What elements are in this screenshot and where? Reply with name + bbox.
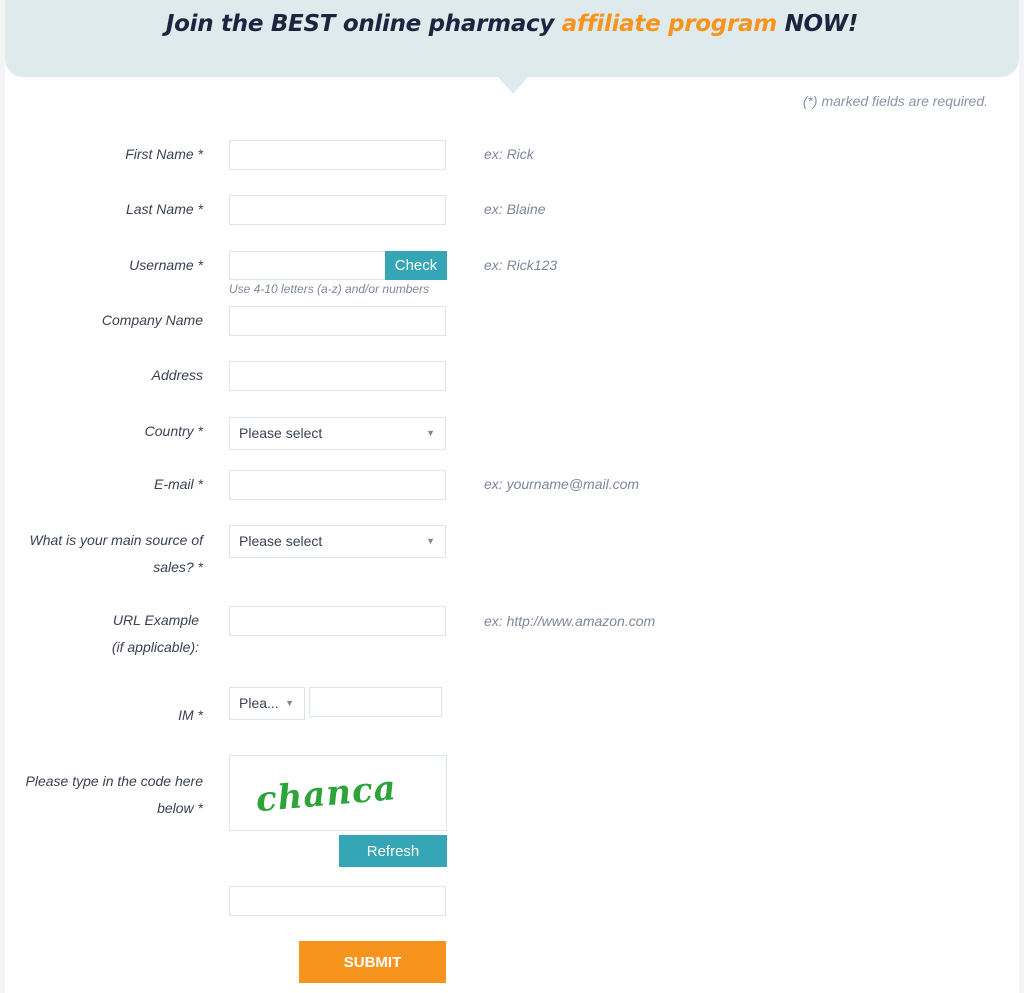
country-label: Country * bbox=[144, 423, 203, 439]
country-selected-value: Please select bbox=[239, 425, 323, 441]
im-type-select[interactable]: Plea... ▼ bbox=[229, 687, 305, 720]
captcha-text: chanca bbox=[254, 768, 398, 820]
captcha-code-input[interactable] bbox=[229, 886, 446, 916]
captcha-image: chanca bbox=[229, 755, 447, 831]
country-select[interactable]: Please select ▼ bbox=[229, 417, 446, 450]
im-type-selected-value: Plea... bbox=[239, 695, 279, 711]
sales-source-selected-value: Please select bbox=[239, 533, 323, 549]
submit-button[interactable]: SUBMIT bbox=[299, 941, 446, 983]
sales-source-select[interactable]: Please select ▼ bbox=[229, 525, 446, 558]
company-name-input[interactable] bbox=[229, 306, 446, 336]
username-hint: ex: Rick123 bbox=[484, 257, 558, 273]
required-fields-note: (*) marked fields are required. bbox=[802, 93, 988, 109]
username-input[interactable] bbox=[229, 251, 386, 280]
url-example-label: URL Example (if applicable): bbox=[111, 612, 199, 655]
first-name-hint: ex: Rick bbox=[484, 146, 534, 162]
im-label: IM * bbox=[178, 707, 203, 723]
first-name-input[interactable] bbox=[229, 140, 446, 170]
captcha-refresh-button[interactable]: Refresh bbox=[339, 835, 447, 867]
page-title: Join the BEST online pharmacy affiliate … bbox=[165, 11, 859, 37]
url-example-hint: ex: http://www.amazon.com bbox=[484, 613, 656, 629]
address-label: Address bbox=[151, 367, 203, 383]
username-rule-hint: Use 4-10 letters (a-z) and/or numbers bbox=[229, 282, 430, 296]
chevron-down-icon: ▼ bbox=[285, 698, 294, 708]
last-name-label: Last Name * bbox=[125, 201, 203, 217]
chevron-down-icon: ▼ bbox=[426, 536, 435, 546]
sales-source-label: What is your main source of sales? * bbox=[29, 532, 203, 575]
chevron-down-icon: ▼ bbox=[426, 428, 435, 438]
email-label: E-mail * bbox=[153, 476, 203, 492]
first-name-label: First Name * bbox=[125, 146, 203, 162]
title-highlight: affiliate program bbox=[561, 11, 777, 37]
url-example-input[interactable] bbox=[229, 606, 446, 636]
captcha-graphic: chanca bbox=[254, 768, 398, 820]
company-name-label: Company Name bbox=[101, 312, 203, 328]
address-input[interactable] bbox=[229, 361, 446, 391]
username-label: Username * bbox=[129, 257, 203, 273]
email-hint: ex: yourname@mail.com bbox=[484, 476, 640, 492]
email-input[interactable] bbox=[229, 470, 446, 500]
last-name-input[interactable] bbox=[229, 195, 446, 225]
im-handle-input[interactable] bbox=[309, 687, 442, 717]
last-name-hint: ex: Blaine bbox=[484, 201, 546, 217]
banner-pointer bbox=[497, 76, 529, 94]
check-username-button[interactable]: Check bbox=[385, 251, 447, 280]
captcha-label: Please type in the code here below * bbox=[25, 773, 203, 816]
